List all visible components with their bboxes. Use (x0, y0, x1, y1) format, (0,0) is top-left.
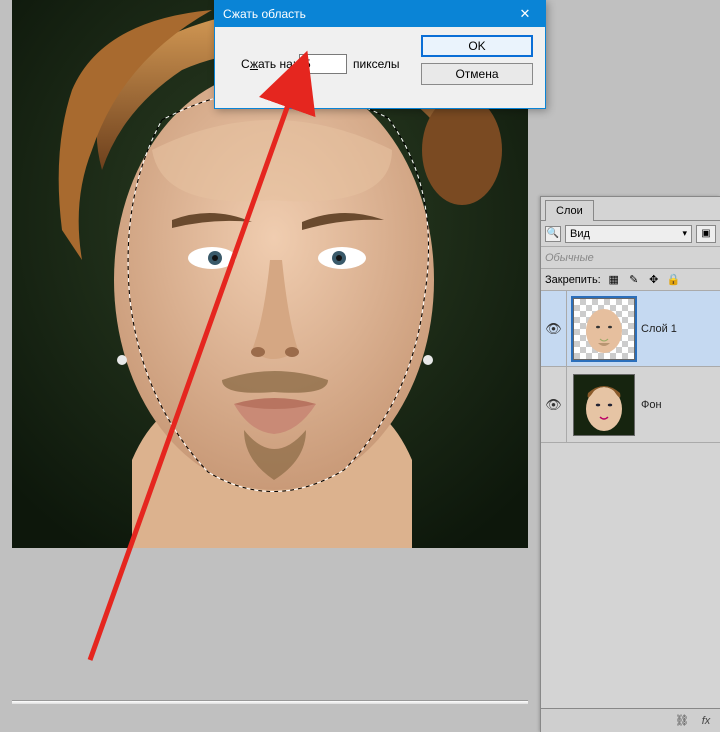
blend-mode-label: Обычные (545, 252, 594, 264)
layer-thumbnail[interactable] (573, 374, 635, 436)
eye-icon: 👁 (545, 397, 562, 413)
layer-name-label: Фон (641, 399, 662, 411)
close-icon: ✕ (520, 6, 531, 22)
filter-kind-select[interactable]: Вид (565, 225, 692, 243)
dialog-body: Сжать на: пикселы OK Отмена (215, 27, 545, 109)
layers-panel: Слои 🔍 Вид ▣ Обычные Закрепить: ▦ ✎ ✥ 🔒 … (540, 196, 720, 732)
layer-row[interactable]: 👁 Слой 1 (541, 291, 720, 367)
search-icon: 🔍 (547, 228, 559, 239)
filter-type-button[interactable]: 🔍 (545, 226, 561, 242)
ok-button[interactable]: OK (421, 35, 533, 57)
layer-row[interactable]: 👁 Фон (541, 367, 720, 443)
fx-icon[interactable]: fx (696, 712, 716, 730)
cancel-button[interactable]: Отмена (421, 63, 533, 85)
lock-all-icon[interactable]: 🔒 (667, 273, 681, 287)
lock-transparent-icon[interactable]: ▦ (607, 273, 621, 287)
link-layers-icon[interactable]: ⛓ (672, 712, 692, 730)
panel-tabs: Слои (541, 197, 720, 221)
contract-selection-dialog: Сжать область ✕ Сжать на: пикселы OK Отм… (214, 0, 546, 109)
canvas-bottom-edge (12, 700, 528, 704)
tab-layers[interactable]: Слои (545, 200, 594, 221)
layer-filter-row: 🔍 Вид ▣ (541, 221, 720, 247)
eye-icon: 👁 (545, 321, 562, 337)
lock-pixels-icon[interactable]: ✎ (627, 273, 641, 287)
lock-label: Закрепить: (545, 274, 601, 286)
contract-by-label: Сжать на: (241, 57, 296, 71)
dialog-close-button[interactable]: ✕ (505, 1, 545, 27)
layer-name-label: Слой 1 (641, 323, 677, 335)
canvas-area (0, 0, 540, 732)
contract-by-input[interactable] (299, 54, 347, 74)
dialog-titlebar[interactable]: Сжать область ✕ (215, 1, 545, 27)
image-icon: ▣ (701, 228, 710, 239)
visibility-toggle[interactable]: 👁 (541, 291, 567, 366)
visibility-toggle[interactable]: 👁 (541, 367, 567, 442)
dialog-title: Сжать область (223, 7, 306, 21)
layer-thumbnail[interactable] (573, 298, 635, 360)
contract-unit-label: пикселы (353, 57, 400, 71)
lock-position-icon[interactable]: ✥ (647, 273, 661, 287)
blend-mode-row[interactable]: Обычные (541, 247, 720, 269)
layers-list: 👁 Слой 1 👁 (541, 291, 720, 443)
lock-row: Закрепить: ▦ ✎ ✥ 🔒 (541, 269, 720, 291)
layers-panel-footer: ⛓ fx (541, 708, 720, 732)
filter-image-button[interactable]: ▣ (696, 225, 716, 243)
